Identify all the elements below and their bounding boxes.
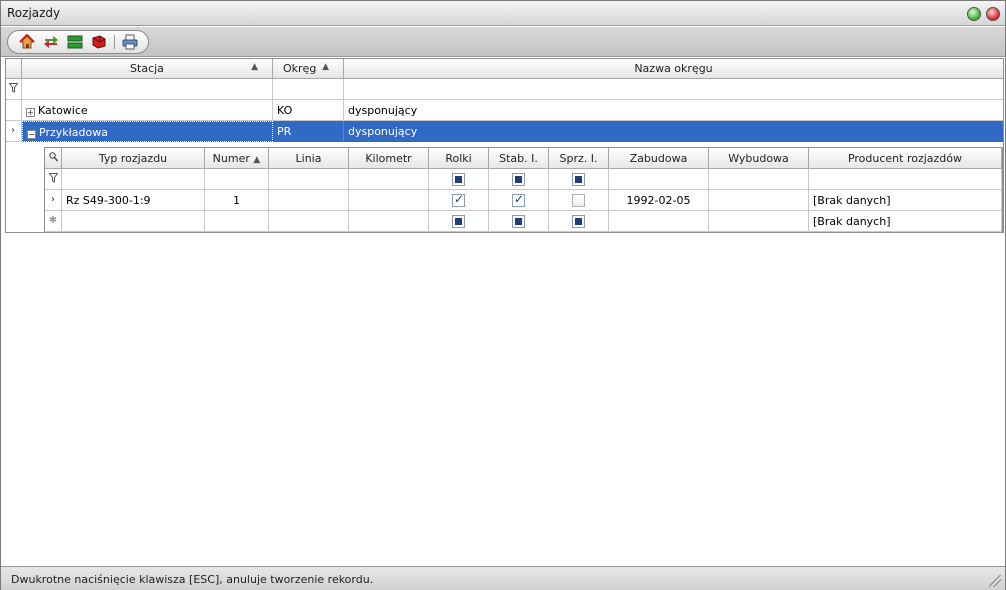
cell-okreg[interactable]: PR [273, 121, 344, 142]
status-message: Dwukrotne naciśnięcie klawisza [ESC], an… [11, 573, 374, 586]
cell-linia[interactable] [269, 190, 349, 211]
status-bar: Dwukrotne naciśnięcie klawisza [ESC], an… [1, 566, 1005, 590]
turnouts-detail-grid: Typ rozjazdu Numer ▲ Linia Kilometr Rolk… [44, 147, 1003, 233]
column-header-stacja[interactable]: Stacja ▲ [22, 58, 273, 79]
cell-rolki[interactable] [429, 190, 489, 211]
column-header-kilometr[interactable]: Kilometr [349, 148, 429, 169]
cell-zabudowa[interactable]: 1992-02-05 [609, 190, 709, 211]
cell-numer[interactable] [205, 211, 269, 232]
cell-typ[interactable]: Rz S49-300-1:9 [62, 190, 205, 211]
cell-kilometr[interactable] [349, 211, 429, 232]
cell-rolki[interactable] [429, 211, 489, 232]
toolbar-area [1, 27, 1005, 57]
cell-wybudowa[interactable] [709, 211, 809, 232]
home-icon[interactable] [18, 33, 36, 51]
filter-numer[interactable] [205, 169, 269, 190]
filter-nazwa[interactable] [344, 79, 1004, 100]
table-row[interactable]: › Rz S49-300-1:9 1 1992-02-05 [Brak dany… [45, 190, 1004, 211]
cell-sprz[interactable] [549, 211, 609, 232]
search-icon[interactable] [45, 148, 62, 169]
column-header-wybudowa[interactable]: Wybudowa [709, 148, 809, 169]
filter-stacja[interactable] [22, 79, 273, 100]
column-header-typ[interactable]: Typ rozjazdu [62, 148, 205, 169]
checkbox-checked[interactable] [452, 192, 465, 207]
transfer-icon[interactable] [42, 33, 60, 51]
filter-okreg[interactable] [273, 79, 344, 100]
delete-icon[interactable] [90, 33, 108, 51]
column-header-producent[interactable]: Producent rozjazdów [809, 148, 1002, 169]
resize-grip-icon[interactable] [989, 575, 1001, 587]
column-header-linia[interactable]: Linia [269, 148, 349, 169]
cell-zabudowa[interactable] [609, 211, 709, 232]
cell-stacja[interactable]: + Katowice [22, 100, 273, 121]
new-record-row[interactable]: ✱ [Brak danych] [45, 211, 1004, 232]
cell-stab[interactable] [489, 190, 549, 211]
filter-icon [45, 169, 62, 190]
cell-producent[interactable]: [Brak danych] [809, 190, 1002, 211]
expand-icon[interactable]: + [26, 108, 35, 117]
sort-asc-icon: ▲ [251, 62, 258, 72]
filter-zabudowa[interactable] [609, 169, 709, 190]
cell-okreg[interactable]: KO [273, 100, 344, 121]
filter-wybudowa[interactable] [709, 169, 809, 190]
grid-header-row: Stacja ▲ Okręg ▲ Nazwa okręgu [5, 58, 1004, 79]
cell-numer[interactable]: 1 [205, 190, 269, 211]
filter-producent[interactable] [809, 169, 1002, 190]
column-header-nazwa-okregu[interactable]: Nazwa okręgu [344, 58, 1004, 79]
filter-sprz[interactable] [549, 169, 609, 190]
checkbox-checked[interactable] [512, 192, 525, 207]
column-header-sprz[interactable]: Sprz. I. [549, 148, 609, 169]
window-title: Rozjazdy [7, 6, 61, 20]
filter-rolki[interactable] [429, 169, 489, 190]
column-header-zabudowa[interactable]: Zabudowa [609, 148, 709, 169]
maximize-button[interactable] [967, 7, 981, 21]
sort-asc-icon: ▲ [253, 155, 261, 165]
cell-nazwa[interactable]: dysponujący [344, 121, 1004, 142]
sort-asc-icon: ▲ [322, 62, 329, 72]
detail-header-row: Typ rozjazdu Numer ▲ Linia Kilometr Rolk… [45, 148, 1004, 169]
filter-icon [5, 79, 22, 100]
checkbox-indeterminate[interactable] [452, 214, 465, 228]
collapse-icon[interactable]: − [27, 130, 36, 139]
column-header-numer[interactable]: Numer ▲ [205, 148, 269, 169]
checkbox-unchecked[interactable] [572, 193, 585, 207]
checkbox-indeterminate[interactable] [452, 172, 465, 186]
filter-typ[interactable] [62, 169, 205, 190]
close-button[interactable] [986, 7, 1000, 21]
filter-row [5, 79, 1004, 100]
layout-icon[interactable] [66, 33, 84, 51]
current-row-icon: › [5, 121, 22, 142]
filter-linia[interactable] [269, 169, 349, 190]
toolbar-separator [114, 35, 115, 49]
cell-sprz[interactable] [549, 190, 609, 211]
table-row[interactable]: + Katowice KO dysponujący [5, 100, 1004, 121]
cell-stab[interactable] [489, 211, 549, 232]
filter-kilometr[interactable] [349, 169, 429, 190]
cell-wybudowa[interactable] [709, 190, 809, 211]
cell-kilometr[interactable] [349, 190, 429, 211]
toolbar [7, 30, 149, 54]
row-indicator [5, 100, 22, 121]
column-header-okreg[interactable]: Okręg ▲ [273, 58, 344, 79]
row-indicator-header [5, 58, 22, 79]
window: Rozjazdy Stacja ▲ Okręg ▲ Nazwa okręgu +… [0, 0, 1006, 590]
cell-linia[interactable] [269, 211, 349, 232]
column-header-stab[interactable]: Stab. I. [489, 148, 549, 169]
print-icon[interactable] [121, 33, 139, 51]
column-header-rolki[interactable]: Rolki [429, 148, 489, 169]
cell-nazwa[interactable]: dysponujący [344, 100, 1004, 121]
checkbox-indeterminate[interactable] [512, 172, 525, 186]
checkbox-indeterminate[interactable] [572, 214, 585, 228]
table-row-selected[interactable]: › − Przykładowa PR dysponujący [5, 121, 1004, 142]
checkbox-indeterminate[interactable] [572, 172, 585, 186]
detail-filter-row [45, 169, 1004, 190]
cell-typ[interactable] [62, 211, 205, 232]
new-row-icon: ✱ [45, 211, 62, 232]
current-row-icon: › [45, 190, 62, 211]
checkbox-indeterminate[interactable] [512, 214, 525, 228]
filter-stab[interactable] [489, 169, 549, 190]
cell-stacja[interactable]: − Przykładowa [22, 121, 273, 142]
cell-producent[interactable]: [Brak danych] [809, 211, 1002, 232]
title-bar: Rozjazdy [1, 1, 1005, 26]
